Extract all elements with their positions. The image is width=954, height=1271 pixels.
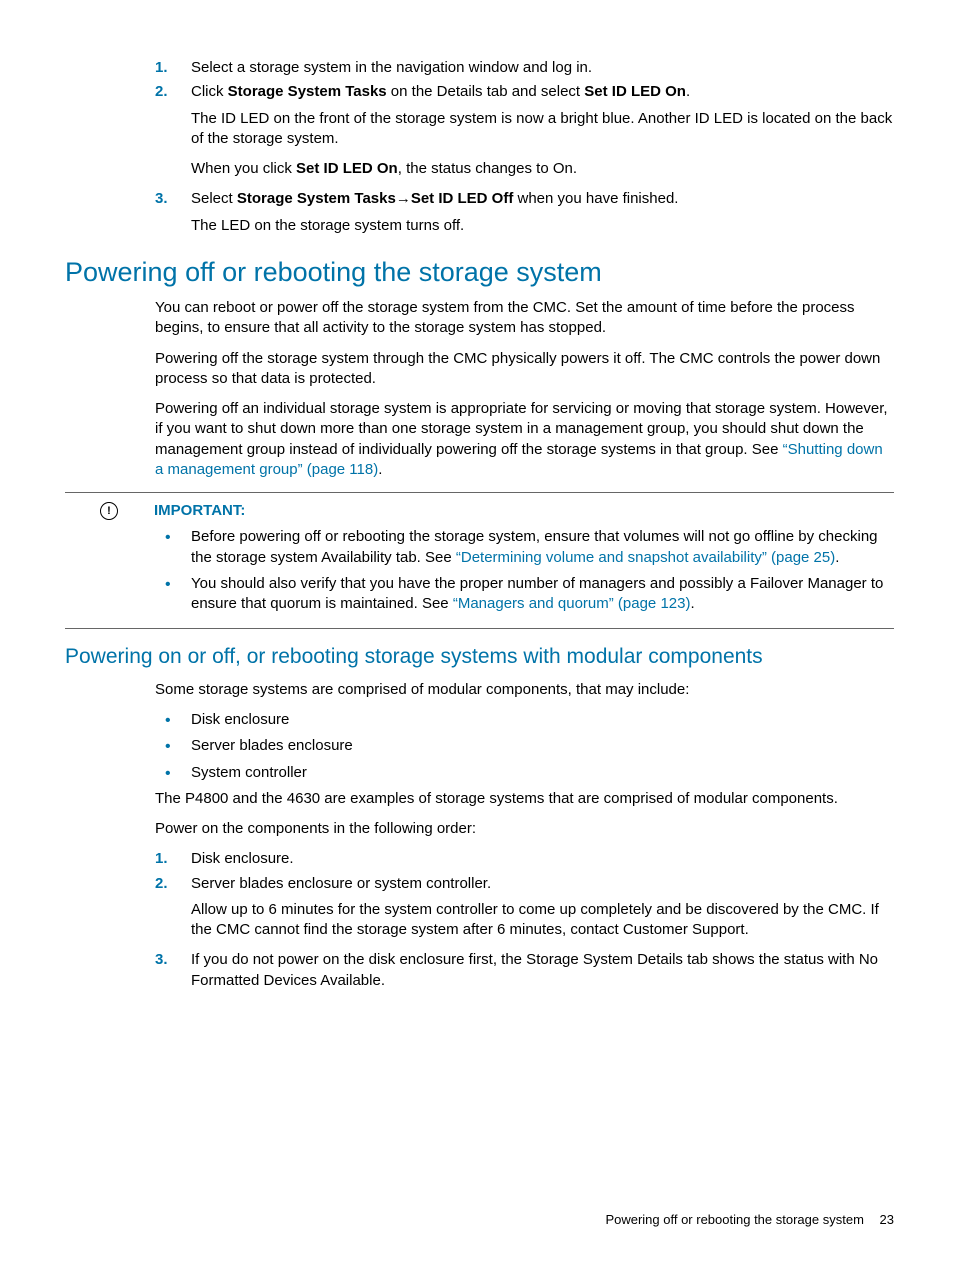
step-number: 2. [155,874,168,894]
step-2: 2. Click Storage System Tasks on the Det… [155,82,894,179]
step-1: 1. Disk enclosure. [155,849,894,869]
top-ordered-list: 1. Select a storage system in the naviga… [155,58,894,236]
step-text: Select Storage System Tasks→Set ID LED O… [191,190,678,207]
important-bullet: You should also verify that you have the… [155,574,894,615]
step-paragraph: When you click Set ID LED On, the status… [191,159,894,179]
step-text: Disk enclosure. [191,850,294,867]
subsection-heading-modular: Powering on or off, or rebooting storage… [65,643,894,671]
step-number: 1. [155,58,168,78]
step-number: 2. [155,82,168,102]
modular-bullet-list: Disk enclosure Server blades enclosure S… [155,710,894,783]
paragraph: Some storage systems are comprised of mo… [155,680,894,700]
step-3: 3. Select Storage System Tasks→Set ID LE… [155,189,894,236]
step-text: Server blades enclosure or system contro… [191,875,491,892]
bullet-item: Server blades enclosure [155,736,894,756]
link-managers-quorum[interactable]: “Managers and quorum” (page 123) [453,595,691,612]
step-paragraph: The ID LED on the front of the storage s… [191,109,894,150]
paragraph: Powering off an individual storage syste… [155,399,894,480]
body-text: The P4800 and the 4630 are examples of s… [155,789,894,840]
link-determining-availability[interactable]: “Determining volume and snapshot availab… [456,549,835,566]
step-text: If you do not power on the disk enclosur… [191,951,878,988]
paragraph: The P4800 and the 4630 are examples of s… [155,789,894,809]
section-heading-powering-off: Powering off or rebooting the storage sy… [65,254,894,290]
body-text: You can reboot or power off the storage … [155,298,894,480]
step-paragraph: The LED on the storage system turns off. [191,216,894,236]
footer-text: Powering off or rebooting the storage sy… [605,1212,863,1227]
page-footer: Powering off or rebooting the storage sy… [605,1211,894,1229]
step-number: 1. [155,849,168,869]
step-text: Select a storage system in the navigatio… [191,59,592,76]
important-icon: ! [100,502,118,520]
step-number: 3. [155,189,168,209]
step-paragraph: Allow up to 6 minutes for the system con… [191,900,894,941]
important-bullet-list: Before powering off or rebooting the sto… [155,527,894,614]
bottom-ordered-list: 1. Disk enclosure. 2. Server blades encl… [155,849,894,991]
step-1: 1. Select a storage system in the naviga… [155,58,894,78]
paragraph: Powering off the storage system through … [155,349,894,390]
important-callout: ! IMPORTANT: Before powering off or rebo… [65,492,894,629]
paragraph: Power on the components in the following… [155,819,894,839]
document-page: 1. Select a storage system in the naviga… [0,0,954,1271]
body-text: Some storage systems are comprised of mo… [155,680,894,700]
step-text: Click Storage System Tasks on the Detail… [191,83,690,100]
important-label: IMPORTANT: [154,501,245,521]
important-header: ! IMPORTANT: [65,501,894,521]
bullet-item: System controller [155,763,894,783]
step-3: 3. If you do not power on the disk enclo… [155,950,894,991]
bullet-item: Disk enclosure [155,710,894,730]
page-number: 23 [880,1212,894,1227]
step-number: 3. [155,950,168,970]
important-bullet: Before powering off or rebooting the sto… [155,527,894,568]
paragraph: You can reboot or power off the storage … [155,298,894,339]
step-2: 2. Server blades enclosure or system con… [155,874,894,941]
